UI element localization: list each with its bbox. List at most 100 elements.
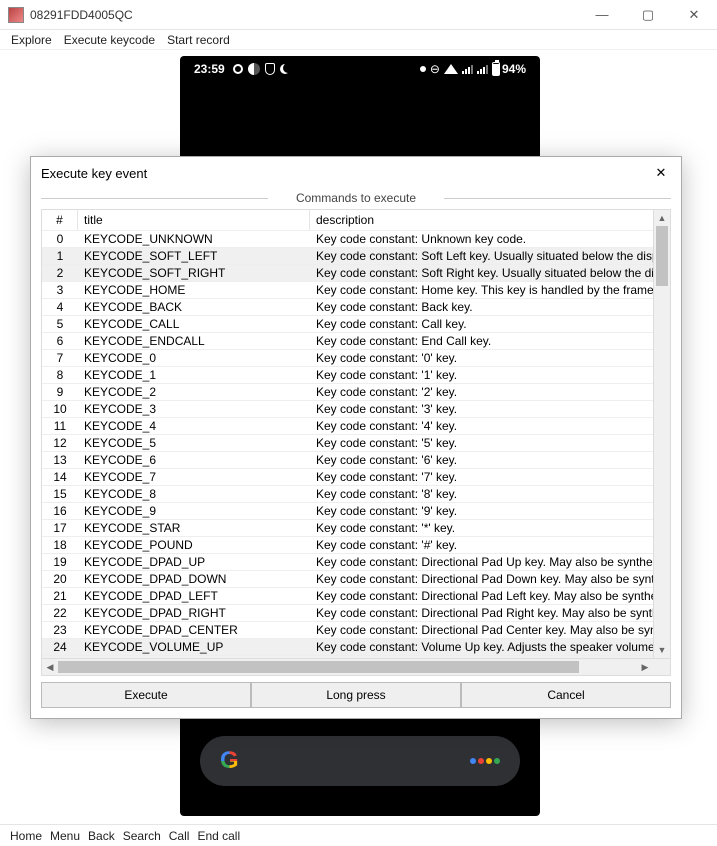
device-clock: 23:59 bbox=[194, 62, 225, 76]
device-search-bar[interactable]: G bbox=[200, 736, 520, 786]
device-statusbar: 23:59 ⊖ 94% bbox=[180, 56, 540, 82]
app-icon bbox=[8, 7, 24, 23]
cell-title: KEYCODE_7 bbox=[78, 469, 310, 485]
cell-desc: Key code constant: Soft Right key. Usual… bbox=[310, 265, 670, 281]
cell-desc: Key code constant: Directional Pad Right… bbox=[310, 605, 670, 621]
header-desc[interactable]: description bbox=[310, 210, 670, 230]
scroll-down-icon[interactable]: ▼ bbox=[654, 642, 670, 658]
scroll-right-icon[interactable]: ▶ bbox=[637, 659, 653, 675]
cell-idx: 5 bbox=[42, 316, 78, 332]
table-row[interactable]: 6KEYCODE_ENDCALLKey code constant: End C… bbox=[42, 332, 670, 349]
execute-button[interactable]: Execute bbox=[41, 682, 251, 708]
window-title: 08291FDD4005QC bbox=[30, 8, 579, 22]
dialog-close-button[interactable]: ✕ bbox=[651, 163, 671, 183]
table-row[interactable]: 21KEYCODE_DPAD_LEFTKey code constant: Di… bbox=[42, 587, 670, 604]
cell-title: KEYCODE_ENDCALL bbox=[78, 333, 310, 349]
cell-desc: Key code constant: '2' key. bbox=[310, 384, 670, 400]
table-row[interactable]: 23KEYCODE_DPAD_CENTERKey code constant: … bbox=[42, 621, 670, 638]
table-row[interactable]: 17KEYCODE_STARKey code constant: '*' key… bbox=[42, 519, 670, 536]
vertical-scrollbar[interactable]: ▲ ▼ bbox=[653, 210, 670, 658]
keycode-table: # title description 0KEYCODE_UNKNOWNKey … bbox=[41, 209, 671, 676]
cell-idx: 15 bbox=[42, 486, 78, 502]
cell-desc: Key code constant: Soft Left key. Usuall… bbox=[310, 248, 670, 264]
battery-text: 94% bbox=[502, 62, 526, 76]
table-row[interactable]: 5KEYCODE_CALLKey code constant: Call key… bbox=[42, 315, 670, 332]
cell-idx: 3 bbox=[42, 282, 78, 298]
table-row[interactable]: 3KEYCODE_HOMEKey code constant: Home key… bbox=[42, 281, 670, 298]
cell-title: KEYCODE_STAR bbox=[78, 520, 310, 536]
table-row[interactable]: 4KEYCODE_BACKKey code constant: Back key… bbox=[42, 298, 670, 315]
dnd-icon bbox=[248, 63, 260, 75]
menu-execute-keycode[interactable]: Execute keycode bbox=[61, 32, 158, 48]
cell-idx: 0 bbox=[42, 231, 78, 247]
cell-idx: 1 bbox=[42, 248, 78, 264]
table-row[interactable]: 9KEYCODE_2Key code constant: '2' key. bbox=[42, 383, 670, 400]
menu-explore[interactable]: Explore bbox=[8, 32, 55, 48]
table-row[interactable]: 0KEYCODE_UNKNOWNKey code constant: Unkno… bbox=[42, 230, 670, 247]
dialog-title: Execute key event bbox=[41, 166, 147, 181]
table-row[interactable]: 7KEYCODE_0Key code constant: '0' key. bbox=[42, 349, 670, 366]
cell-idx: 18 bbox=[42, 537, 78, 553]
horizontal-scrollbar[interactable]: ◀ ▶ bbox=[42, 658, 670, 675]
status-endcall[interactable]: End call bbox=[195, 828, 242, 844]
table-header: # title description bbox=[42, 210, 670, 230]
cell-title: KEYCODE_1 bbox=[78, 367, 310, 383]
table-row[interactable]: 19KEYCODE_DPAD_UPKey code constant: Dire… bbox=[42, 553, 670, 570]
window-close-button[interactable]: ✕ bbox=[671, 0, 717, 30]
cancel-button[interactable]: Cancel bbox=[461, 682, 671, 708]
table-row[interactable]: 1KEYCODE_SOFT_LEFTKey code constant: Sof… bbox=[42, 247, 670, 264]
cell-title: KEYCODE_6 bbox=[78, 452, 310, 468]
table-row[interactable]: 13KEYCODE_6Key code constant: '6' key. bbox=[42, 451, 670, 468]
table-row[interactable]: 24KEYCODE_VOLUME_UPKey code constant: Vo… bbox=[42, 638, 670, 655]
cell-title: KEYCODE_4 bbox=[78, 418, 310, 434]
table-row[interactable]: 22KEYCODE_DPAD_RIGHTKey code constant: D… bbox=[42, 604, 670, 621]
cell-desc: Key code constant: '9' key. bbox=[310, 503, 670, 519]
cell-idx: 8 bbox=[42, 367, 78, 383]
cell-desc: Key code constant: '#' key. bbox=[310, 537, 670, 553]
header-title[interactable]: title bbox=[78, 210, 310, 230]
scroll-up-icon[interactable]: ▲ bbox=[654, 210, 670, 226]
menu-start-record[interactable]: Start record bbox=[164, 32, 233, 48]
cell-title: KEYCODE_VOLUME_UP bbox=[78, 639, 310, 655]
cell-desc: Key code constant: '5' key. bbox=[310, 435, 670, 451]
table-row[interactable]: 20KEYCODE_DPAD_DOWNKey code constant: Di… bbox=[42, 570, 670, 587]
header-idx[interactable]: # bbox=[42, 210, 78, 230]
status-back[interactable]: Back bbox=[86, 828, 117, 844]
cell-idx: 12 bbox=[42, 435, 78, 451]
cell-title: KEYCODE_2 bbox=[78, 384, 310, 400]
status-bar: Home Menu Back Search Call End call bbox=[0, 824, 717, 846]
hscroll-thumb[interactable] bbox=[58, 661, 579, 673]
cell-idx: 9 bbox=[42, 384, 78, 400]
table-row[interactable]: 15KEYCODE_8Key code constant: '8' key. bbox=[42, 485, 670, 502]
status-search[interactable]: Search bbox=[121, 828, 163, 844]
table-row[interactable]: 12KEYCODE_5Key code constant: '5' key. bbox=[42, 434, 670, 451]
google-g-icon: G bbox=[220, 747, 239, 775]
cell-title: KEYCODE_SOFT_LEFT bbox=[78, 248, 310, 264]
cell-title: KEYCODE_DPAD_DOWN bbox=[78, 571, 310, 587]
table-row[interactable]: 2KEYCODE_SOFT_RIGHTKey code constant: So… bbox=[42, 264, 670, 281]
battery-indicator: 94% bbox=[492, 62, 526, 76]
window-maximize-button[interactable]: ▢ bbox=[625, 0, 671, 30]
scroll-left-icon[interactable]: ◀ bbox=[42, 659, 58, 675]
table-row[interactable]: 8KEYCODE_1Key code constant: '1' key. bbox=[42, 366, 670, 383]
status-call[interactable]: Call bbox=[167, 828, 192, 844]
table-row[interactable]: 18KEYCODE_POUNDKey code constant: '#' ke… bbox=[42, 536, 670, 553]
table-row[interactable]: 10KEYCODE_3Key code constant: '3' key. bbox=[42, 400, 670, 417]
cell-idx: 4 bbox=[42, 299, 78, 315]
vscroll-thumb[interactable] bbox=[656, 226, 668, 286]
table-row[interactable]: 14KEYCODE_7Key code constant: '7' key. bbox=[42, 468, 670, 485]
table-row[interactable]: 16KEYCODE_9Key code constant: '9' key. bbox=[42, 502, 670, 519]
cell-title: KEYCODE_SOFT_RIGHT bbox=[78, 265, 310, 281]
cell-idx: 7 bbox=[42, 350, 78, 366]
cell-idx: 17 bbox=[42, 520, 78, 536]
status-menu[interactable]: Menu bbox=[48, 828, 82, 844]
section-header: Commands to execute bbox=[41, 191, 671, 205]
table-row[interactable]: 11KEYCODE_4Key code constant: '4' key. bbox=[42, 417, 670, 434]
longpress-button[interactable]: Long press bbox=[251, 682, 461, 708]
window-minimize-button[interactable]: — bbox=[579, 0, 625, 30]
table-body[interactable]: 0KEYCODE_UNKNOWNKey code constant: Unkno… bbox=[42, 230, 670, 658]
status-home[interactable]: Home bbox=[8, 828, 44, 844]
assistant-icon[interactable] bbox=[470, 758, 500, 764]
signal2-icon bbox=[477, 65, 488, 74]
cell-title: KEYCODE_UNKNOWN bbox=[78, 231, 310, 247]
